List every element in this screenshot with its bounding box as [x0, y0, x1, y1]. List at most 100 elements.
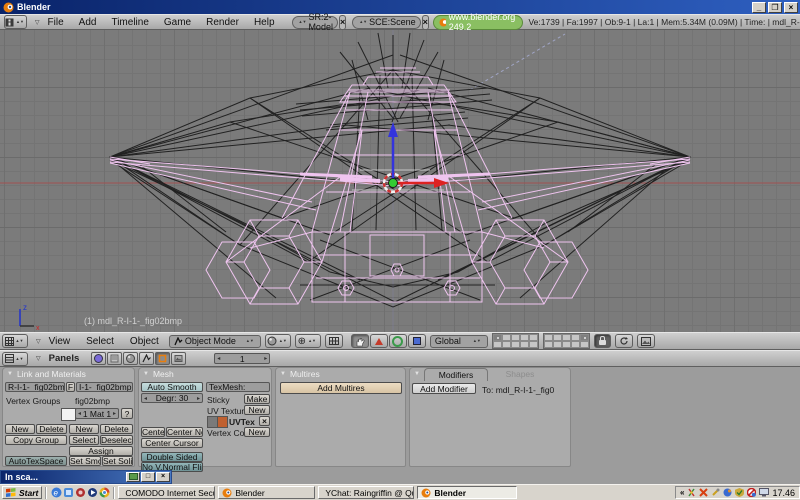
menu-view[interactable]: View	[49, 336, 71, 347]
window-type-button[interactable]: ▲▼	[4, 15, 27, 29]
menu-game[interactable]: Game	[164, 17, 191, 28]
task-blender-2[interactable]: Blender	[417, 486, 517, 499]
start-button[interactable]: Start	[2, 486, 42, 499]
context-editing-button[interactable]	[155, 352, 170, 365]
menu-timeline[interactable]: Timeline	[111, 17, 148, 28]
menu-select[interactable]: Select	[86, 336, 114, 347]
quick-launch-app-icon[interactable]	[62, 487, 74, 499]
centre-button[interactable]: Cente	[141, 427, 165, 437]
task-ychat[interactable]: YChat: Raingriffin @ Qu...	[318, 486, 414, 499]
tray-collapse-chevron[interactable]: «	[680, 488, 684, 497]
pivot-align-toggle[interactable]	[325, 334, 343, 348]
menu-file[interactable]: File	[48, 17, 64, 28]
quick-launch-player-icon[interactable]	[86, 487, 98, 499]
task-blender-1[interactable]: Blender	[218, 486, 315, 499]
collapse-triangle-icon[interactable]: ▽	[36, 355, 41, 362]
centre-new-button[interactable]: Center Ne	[166, 427, 203, 437]
minimize-button[interactable]: _	[752, 2, 766, 13]
tray-shield-icon[interactable]	[735, 488, 744, 497]
tray-monitor-icon[interactable]	[759, 488, 769, 497]
render-ao-button[interactable]	[615, 334, 633, 348]
stepper-left-icon[interactable]: ◂	[144, 395, 147, 402]
layer-buttons-left[interactable]	[492, 333, 539, 349]
panel-header[interactable]: ▼Multires	[276, 368, 405, 380]
set-solid-button[interactable]: Set Solid	[102, 456, 133, 466]
editor-type-button[interactable]: ▲▼	[2, 352, 28, 366]
lock-layers-button[interactable]	[594, 334, 611, 348]
stepper-right-icon[interactable]: ▸	[264, 355, 267, 362]
screen-unlink-button[interactable]: ×	[339, 15, 346, 30]
tab-modifiers[interactable]: Modifiers	[424, 368, 488, 381]
chrome-icon[interactable]	[98, 487, 110, 499]
fake-user-button[interactable]: F	[66, 382, 75, 392]
manipulator-toggle-button[interactable]	[351, 334, 369, 348]
context-page-stepper[interactable]: ◂ 1 ▸	[214, 353, 270, 364]
context-shading-button[interactable]	[123, 352, 138, 365]
uvtex-image-icon[interactable]	[217, 416, 228, 428]
degrees-stepper[interactable]: ◂ Degr: 30 ▸	[141, 393, 203, 403]
assign-button[interactable]: Assign	[69, 446, 133, 456]
object-datablock-field[interactable]: I-1-_fig02bmp	[76, 382, 133, 392]
stepper-left-icon[interactable]: ◂	[217, 355, 220, 362]
material-delete-button[interactable]: Delete	[100, 424, 133, 434]
tray-app-icon[interactable]	[687, 488, 696, 497]
vertex-color-new-button[interactable]: New	[244, 427, 270, 437]
double-sided-toggle[interactable]: Double Sided	[141, 452, 203, 462]
autotexspace-toggle[interactable]: AutoTexSpace	[5, 456, 67, 466]
context-script-button[interactable]	[107, 352, 122, 365]
rotate-manipulator-button[interactable]	[389, 334, 407, 348]
collapse-triangle-icon[interactable]: ▽	[36, 338, 41, 345]
context-object-button[interactable]	[139, 352, 154, 365]
stepper-left-icon[interactable]: ◂	[78, 410, 81, 417]
version-badge[interactable]: www.blender.org 249.2	[433, 15, 524, 30]
editor-type-button[interactable]: ▲▼	[2, 334, 28, 348]
material-stepper[interactable]: ◂ 1 Mat 1 ▸	[75, 408, 119, 419]
menu-add[interactable]: Add	[79, 17, 97, 28]
scene-unlink-button[interactable]: ×	[422, 15, 429, 30]
panel-header[interactable]: ▼Mesh	[139, 368, 271, 380]
collapse-triangle-icon[interactable]: ▽	[35, 19, 40, 26]
tab-shapes[interactable]: Shapes	[492, 368, 548, 380]
stepper-right-icon[interactable]: ▸	[113, 410, 116, 417]
panel-collapse-icon[interactable]: ▼	[414, 371, 420, 377]
background-window-titlebar[interactable]: In sca... □ ×	[0, 470, 172, 484]
copy-group-button[interactable]: Copy Group	[5, 435, 67, 445]
uv-texture-new-button[interactable]: New	[244, 405, 270, 415]
material-new-button[interactable]: New	[69, 424, 99, 434]
window-titlebar[interactable]: Blender _ ❐ ×	[0, 0, 800, 14]
close-button[interactable]: ×	[784, 2, 798, 13]
tray-ychat-icon[interactable]	[699, 488, 708, 497]
add-modifier-button[interactable]: Add Modifier	[412, 383, 476, 394]
menu-render[interactable]: Render	[206, 17, 239, 28]
material-color-swatch[interactable]	[61, 408, 76, 421]
restore-button[interactable]: ❐	[768, 2, 782, 13]
sticky-make-button[interactable]: Make	[244, 394, 270, 404]
task-comodo[interactable]: COMODO Internet Security	[118, 486, 215, 499]
quick-launch-media-icon[interactable]	[74, 487, 86, 499]
orientation-selector[interactable]: Global ▲▼	[430, 335, 488, 348]
layer-buttons-right[interactable]	[543, 333, 590, 349]
viewport-3d[interactable]: z x (1) mdl_R-I-1-_fig02bmp	[0, 30, 800, 332]
scene-selector[interactable]: ▲▼ SCE:Scene	[352, 16, 420, 29]
tray-blocked-icon[interactable]	[747, 488, 756, 497]
close-button[interactable]: ×	[156, 472, 170, 482]
draw-type-button[interactable]: ▲▼	[265, 334, 291, 348]
auto-smooth-toggle[interactable]: Auto Smooth	[141, 382, 203, 392]
centre-cursor-button[interactable]: Center Cursor	[141, 438, 203, 448]
menu-help[interactable]: Help	[254, 17, 275, 28]
vgroup-new-button[interactable]: New	[5, 424, 35, 434]
material-help-button[interactable]: ?	[121, 408, 133, 419]
tray-messenger-icon[interactable]	[723, 488, 732, 497]
set-smooth-button[interactable]: Set Smoo	[69, 456, 101, 466]
menu-object[interactable]: Object	[130, 336, 159, 347]
translate-manipulator-button[interactable]	[370, 334, 388, 348]
deselect-button[interactable]: Deselect	[100, 435, 133, 445]
pivot-point-button[interactable]: ⊕ ▲▼	[295, 334, 321, 348]
uvtex-delete-button[interactable]: ×	[259, 416, 270, 426]
screen-selector[interactable]: ▲▼ SR:2-Model	[292, 16, 338, 29]
stepper-right-icon[interactable]: ▸	[197, 395, 200, 402]
taskbar-clock[interactable]: 17.46	[772, 488, 795, 498]
scale-manipulator-button[interactable]	[408, 334, 426, 348]
internet-explorer-icon[interactable]: e	[50, 487, 62, 499]
texmesh-field[interactable]: TexMesh:	[206, 382, 270, 392]
